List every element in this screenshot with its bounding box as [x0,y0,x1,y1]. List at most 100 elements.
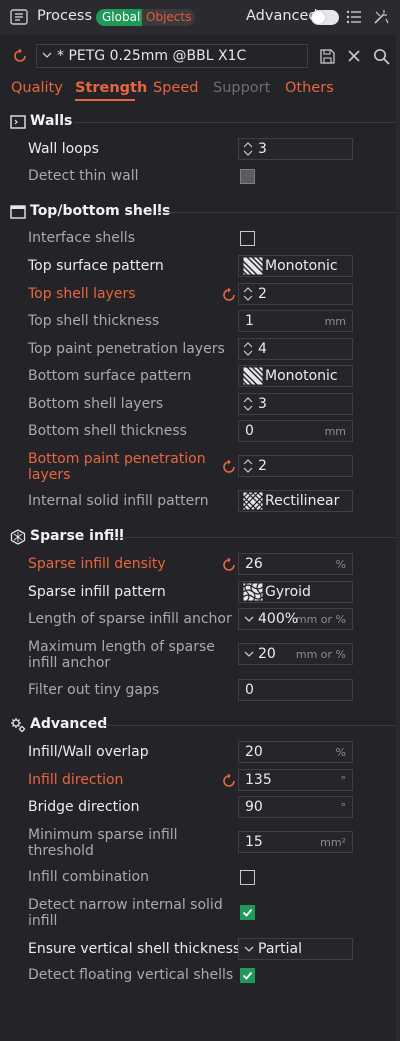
infill-wall-overlap-input[interactable]: 20 % [238,741,353,763]
ensure-vertical-shell-thickness-label: Ensure vertical shell thickness [28,941,241,957]
sparse-infill-anchor-label: Length of sparse infill anchor [28,611,232,627]
bottom-surface-pattern-label: Bottom surface pattern [28,368,192,384]
reset-icon[interactable] [12,48,28,64]
internal-solid-infill-pattern-label: Internal solid infill pattern [28,493,209,509]
section-title: Sparse infill [30,528,124,544]
scrollbar[interactable] [396,34,400,1041]
section-sparse-infill: Sparse infill [0,526,400,548]
top-shell-layers-label: Top shell layers [28,286,136,302]
reset-icon[interactable] [221,773,237,789]
internal-solid-infill-pattern-select[interactable]: Rectilinear [238,490,353,512]
tab-strength[interactable]: Strength [75,80,147,96]
spinner-icon[interactable] [243,459,253,473]
sparse-infill-density-label: Sparse infill density [28,556,166,572]
section-divider [74,122,400,123]
objects-toggle[interactable]: Objects [142,9,196,26]
reset-icon[interactable] [221,287,237,303]
top-surface-pattern-label: Top surface pattern [28,258,164,274]
active-tab-indicator [75,99,135,101]
section-title: Top/bottom shells [30,203,171,219]
preset-select[interactable]: * PETG 0.25mm @BBL X1C [36,44,308,68]
gyroid-pattern-icon [243,583,263,601]
section-title: Advanced [30,716,108,732]
process-title: Process [37,8,93,24]
section-advanced: Advanced [0,714,400,736]
tab-quality[interactable]: Quality [11,80,63,96]
advanced-switch[interactable] [311,10,339,25]
detect-narrow-solid-infill-label: Detect narrow internal solid infill [28,897,223,929]
infill-combination-label: Infill combination [28,869,149,885]
ensure-vertical-shell-thickness-select[interactable]: Partial [238,938,353,960]
top-shell-thickness-label: Top shell thickness [28,313,160,329]
top-shell-layers-input[interactable]: 2 [238,283,353,305]
spinner-icon[interactable] [243,142,253,156]
bottom-shell-thickness-label: Bottom shell thickness [28,423,187,439]
tab-speed[interactable]: Speed [153,80,198,96]
checkmark-icon [242,908,253,917]
search-icon[interactable] [373,48,390,65]
detect-narrow-solid-infill-checkbox[interactable] [240,905,255,920]
min-sparse-infill-threshold-input[interactable]: 15 mm² [238,831,353,853]
advanced-label: Advanced [246,8,318,24]
detect-thin-wall-label: Detect thin wall [28,168,139,184]
section-divider [102,725,400,726]
preset-name: * PETG 0.25mm @BBL X1C [57,48,247,64]
infill-direction-label: Infill direction [28,772,124,788]
bottom-surface-pattern-select[interactable]: Monotonic [238,365,353,387]
spinner-icon[interactable] [243,287,253,301]
tab-others[interactable]: Others [285,80,334,96]
bottom-paint-penetration-input[interactable]: 2 [238,455,353,477]
sparse-infill-pattern-label: Sparse infill pattern [28,584,166,600]
min-sparse-infill-threshold-label: Minimum sparse infill threshold [28,827,178,859]
monotonic-pattern-icon [243,367,263,385]
tab-support[interactable]: Support [213,80,270,96]
close-icon[interactable] [347,49,361,63]
sparse-infill-pattern-select[interactable]: Gyroid [238,581,353,603]
bottom-shell-layers-label: Bottom shell layers [28,396,164,412]
infill-icon [10,529,26,545]
shells-icon [10,205,26,219]
section-walls: Walls [0,111,400,133]
list-icon[interactable] [346,9,362,25]
filter-tiny-gaps-label: Filter out tiny gaps [28,682,160,698]
walls-icon [10,115,26,129]
wall-loops-input[interactable]: 3 [238,138,353,160]
monotonic-pattern-icon [243,257,263,275]
top-paint-penetration-label: Top paint penetration layers [28,341,225,357]
section-divider [112,537,400,538]
detect-thin-wall-checkbox[interactable] [240,169,255,184]
spinner-icon[interactable] [243,342,253,356]
bridge-direction-label: Bridge direction [28,799,140,815]
max-sparse-infill-anchor-label: Maximum length of sparse infill anchor [28,639,215,671]
sparse-infill-density-input[interactable]: 26 % [238,553,353,575]
magic-wand-icon[interactable] [373,9,389,25]
section-top-bottom-shells: Top/bottom shells [0,201,400,223]
infill-direction-input[interactable]: 135 ° [238,769,353,791]
global-toggle[interactable]: Global [96,9,147,26]
infill-combination-checkbox[interactable] [240,870,255,885]
gear-icon [11,718,26,733]
filter-tiny-gaps-input[interactable]: 0 [238,679,353,701]
rectilinear-pattern-icon [243,492,263,510]
sparse-infill-anchor-combo[interactable]: 400% mm or % [238,608,353,630]
chevron-down-icon [42,52,52,58]
chevron-down-icon[interactable] [244,946,254,953]
interface-shells-checkbox[interactable] [240,231,255,246]
spinner-icon[interactable] [243,397,253,411]
save-icon[interactable] [320,49,335,64]
bridge-direction-input[interactable]: 90 ° [238,796,353,818]
max-sparse-infill-anchor-combo[interactable]: 20 mm or % [238,643,353,665]
checkmark-icon [242,971,253,980]
top-surface-pattern-select[interactable]: Monotonic [238,255,353,277]
bottom-shell-thickness-input[interactable]: 0 mm [238,420,353,442]
top-shell-thickness-input[interactable]: 1 mm [238,310,353,332]
reset-icon[interactable] [221,459,237,475]
infill-wall-overlap-label: Infill/Wall overlap [28,744,149,760]
chevron-down-icon[interactable] [244,616,254,623]
chevron-down-icon[interactable] [244,651,254,658]
bottom-shell-layers-input[interactable]: 3 [238,393,353,415]
preset-bar: * PETG 0.25mm @BBL X1C [0,40,400,72]
detect-floating-vertical-shells-checkbox[interactable] [240,968,255,983]
reset-icon[interactable] [221,557,237,573]
top-paint-penetration-input[interactable]: 4 [238,338,353,360]
